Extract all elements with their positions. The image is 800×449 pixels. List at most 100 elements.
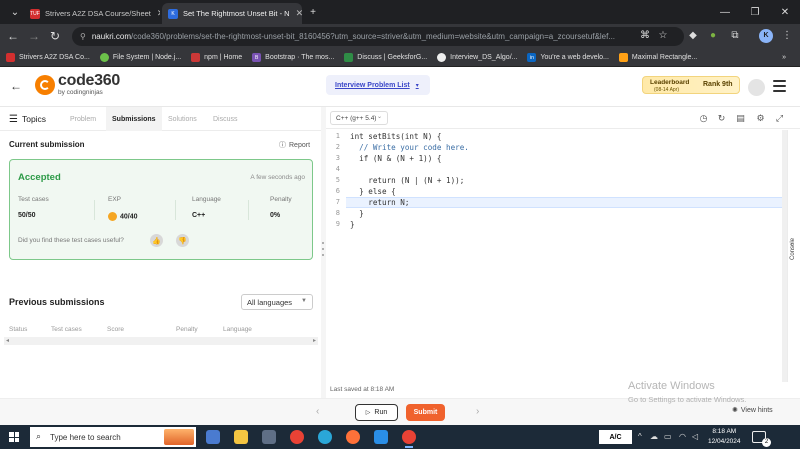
bookmark-label: You're a web develo...	[540, 54, 609, 61]
scroll-right-icon[interactable]: ▸	[313, 337, 316, 344]
submission-time: A few seconds ago	[250, 174, 305, 181]
code-line[interactable]: int setBits(int N) {	[350, 131, 441, 142]
vscode-icon[interactable]	[374, 430, 388, 444]
user-avatar[interactable]	[748, 79, 765, 96]
thumbs-up-icon[interactable]: 👍	[150, 234, 163, 247]
bookmark-strivers[interactable]: Strivers A2Z DSA Co...	[6, 53, 90, 62]
view-hints-button[interactable]: ✺ View hints	[732, 406, 773, 414]
problem-list-label: Interview Problem List	[335, 81, 410, 89]
close-icon[interactable]: ✕	[151, 8, 160, 19]
hamburger-menu-icon[interactable]	[773, 80, 786, 95]
timer-icon[interactable]: ◷	[698, 113, 709, 124]
wifi-icon[interactable]: ◠	[679, 432, 686, 441]
tab-discuss[interactable]: Discuss	[213, 107, 238, 131]
divider	[175, 200, 176, 220]
leaderboard-badge[interactable]: Leaderboard (08-14 Apr) Rank 9th	[642, 76, 740, 94]
logo-text[interactable]: code360	[58, 72, 120, 90]
code-line[interactable]: }	[350, 219, 355, 230]
console-label: Console	[790, 237, 796, 260]
volume-icon[interactable]: ◁	[692, 432, 698, 441]
back-icon[interactable]: ←	[5, 29, 21, 43]
task-view-icon[interactable]	[206, 430, 220, 444]
bookmark-star-icon[interactable]: ☆	[656, 30, 670, 44]
fullscreen-icon[interactable]: ⤢	[774, 113, 785, 124]
back-arrow-icon[interactable]: ←	[10, 79, 22, 93]
ninja-extension-icon[interactable]: ●	[706, 30, 720, 44]
bookmark-bootstrap[interactable]: B Bootstrap · The mos...	[252, 53, 334, 62]
chrome-active-icon[interactable]	[402, 430, 416, 448]
profile-avatar[interactable]: K	[759, 29, 773, 43]
run-label: Run	[374, 409, 388, 416]
windows-start-icon[interactable]	[9, 432, 19, 442]
code-line[interactable]: return N;	[350, 197, 409, 208]
thumbs-down-icon[interactable]: 👎	[176, 234, 189, 247]
taskbar-clock[interactable]: 8:18 AM 12/04/2024	[708, 427, 741, 447]
bookmark-npm[interactable]: npm | Home	[191, 53, 242, 62]
browser-tab-problem[interactable]: K Set The Rightmost Unset Bit - N ✕	[162, 3, 302, 24]
settings-gear-icon[interactable]: ⚙	[755, 113, 766, 124]
taskbar-search-input[interactable]: ⌕ Type here to search	[30, 427, 196, 447]
extensions-puzzle-icon[interactable]: ⧉	[728, 30, 742, 44]
code360-logo-icon[interactable]	[35, 75, 55, 95]
edge-icon[interactable]	[318, 430, 332, 444]
translate-icon[interactable]: ⌘	[638, 30, 652, 44]
show-hidden-icons[interactable]: ^	[638, 432, 642, 441]
line-number: 7	[335, 198, 340, 206]
leaderboard-date: (08-14 Apr)	[654, 87, 680, 93]
browser-tab-strivers[interactable]: TUF Strivers A2Z DSA Course/Sheet ✕	[24, 3, 160, 24]
url-input[interactable]: ⚲ naukri.com /code360/problems/set-the-r…	[72, 27, 684, 46]
keyboard-language-indicator[interactable]: A/C	[599, 430, 632, 444]
bookmark-nodejs[interactable]: File System | Node.j...	[99, 53, 181, 62]
tab-problem[interactable]: Problem	[70, 107, 96, 131]
camera-app-icon[interactable]	[262, 430, 276, 444]
bookmark-github[interactable]: Interview_DS_Algo/...	[437, 53, 517, 62]
reset-code-icon[interactable]: ↻	[716, 113, 727, 124]
maximize-icon[interactable]: ❐	[740, 0, 770, 24]
horizontal-scrollbar[interactable]: ◂ ▸	[4, 337, 318, 345]
problem-list-dropdown[interactable]: Interview Problem List ▾	[326, 75, 430, 95]
reload-icon[interactable]: ↻	[47, 29, 63, 43]
firefox-icon[interactable]	[346, 430, 360, 444]
chrome-icon[interactable]	[290, 430, 304, 444]
battery-icon[interactable]: ▭	[664, 432, 672, 441]
file-explorer-icon[interactable]	[234, 430, 248, 444]
console-toggle[interactable]: ‹ Console	[787, 130, 800, 382]
bookmark-leetcode[interactable]: Maximal Rectangle...	[618, 53, 697, 62]
code-line[interactable]: }	[350, 208, 364, 219]
extension-icon[interactable]: ◆	[686, 30, 700, 44]
code-line[interactable]: } else {	[350, 186, 396, 197]
topics-button[interactable]: ☰ Topics	[9, 107, 46, 131]
report-button[interactable]: ⓘ Report	[279, 140, 310, 150]
code-line[interactable]: return (N | (N + 1));	[350, 175, 464, 186]
notification-center-icon[interactable]: 2	[752, 431, 771, 447]
line-number: 6	[335, 187, 340, 195]
more-bookmarks-button[interactable]: »	[782, 54, 786, 61]
code-line[interactable]: if (N & (N + 1)) {	[350, 153, 441, 164]
cloud-icon[interactable]: ☁	[650, 432, 658, 441]
code-editor[interactable]: int setBits(int N) { // Write your code …	[350, 130, 782, 382]
bookmark-geeksforgeeks[interactable]: Discuss | GeeksforG...	[344, 53, 427, 62]
rank-label: Rank 9th	[703, 81, 733, 88]
tab-solutions[interactable]: Solutions	[168, 107, 197, 131]
editor-language-select[interactable]: C++ (g++ 5.4) ⌄	[330, 111, 388, 125]
browser-menu-icon[interactable]: ⋮	[780, 30, 794, 44]
minimize-icon[interactable]: —	[710, 0, 740, 24]
forward-icon[interactable]: →	[26, 29, 42, 43]
site-info-icon[interactable]: ⚲	[80, 32, 86, 41]
new-tab-icon[interactable]: +	[298, 0, 328, 24]
submit-button[interactable]: Submit	[406, 404, 445, 421]
notes-icon[interactable]: ▤	[735, 113, 746, 124]
language-filter-select[interactable]: All languages ▼	[241, 294, 313, 310]
code-line[interactable]: // Write your code here.	[350, 142, 469, 153]
leaderboard-label: Leaderboard	[650, 79, 690, 86]
scroll-left-icon[interactable]: ◂	[6, 337, 9, 344]
bookmark-linkedin[interactable]: in You're a web develo...	[527, 53, 609, 62]
stat-value: 0%	[270, 212, 281, 219]
tab-submissions[interactable]: Submissions	[106, 107, 162, 131]
gfg-icon	[344, 53, 354, 62]
next-problem-icon[interactable]: ›	[476, 406, 479, 417]
close-window-icon[interactable]: ✕	[770, 0, 800, 24]
previous-problem-icon[interactable]: ‹	[316, 406, 319, 417]
run-button[interactable]: ▷ Run	[355, 404, 398, 421]
line-number-gutter: 1 2 3 4 5 6 7 8 9	[326, 130, 346, 382]
